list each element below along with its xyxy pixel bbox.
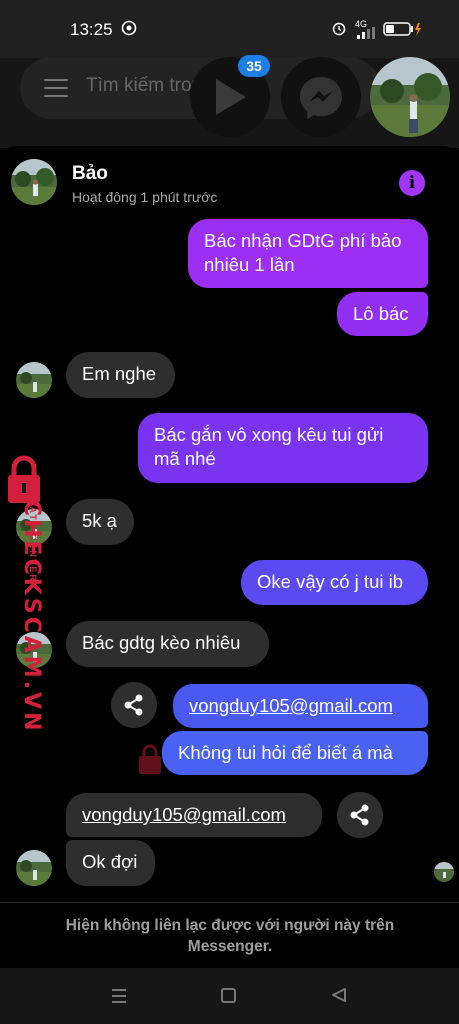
message-text: 5k ạ	[82, 510, 117, 531]
chat-head-avatar[interactable]	[370, 57, 450, 137]
message-text: Bác gắn vô xong kêu tui gửi	[154, 424, 384, 445]
divider	[0, 902, 459, 903]
messenger-icon	[300, 77, 342, 119]
info-icon[interactable]: i	[399, 170, 425, 196]
unread-count-badge: 35	[238, 55, 270, 77]
alarm-icon	[331, 20, 347, 39]
watermark-sub: DATA CENTER	[28, 498, 38, 583]
messenger-notification-icon	[121, 20, 137, 39]
contact-active-status: Hoạt động 1 phút trước	[72, 189, 218, 205]
message-text: Ok đợi	[82, 851, 138, 872]
message-incoming[interactable]: Em nghe	[66, 352, 175, 398]
message-text: Oke vậy có j tui ib	[257, 571, 404, 592]
chat-head-messenger[interactable]	[281, 57, 361, 137]
message-text: mã nhé	[154, 448, 216, 469]
watermark-lock-icon-faint	[137, 744, 163, 781]
message-incoming[interactable]: Bác gdtg kèo nhiêu	[66, 621, 269, 667]
message-text: Lô bác	[353, 303, 409, 324]
message-outgoing[interactable]: Bác gắn vô xong kêu tui gửi mã nhé	[138, 413, 428, 483]
message-text: Không tui hỏi để biết á mà	[178, 742, 393, 763]
message-outgoing[interactable]: Bác nhận GDtG phí bảo nhiêu 1 lần	[188, 219, 428, 288]
hamburger-menu-icon[interactable]	[44, 79, 68, 97]
message-outgoing[interactable]: Oke vậy có j tui ib	[241, 560, 428, 605]
contact-name[interactable]: Bảo	[72, 163, 108, 185]
message-text: Bác nhận GDtG phí bảo	[204, 230, 402, 251]
contact-avatar-small	[16, 850, 52, 886]
home-icon[interactable]	[221, 988, 236, 1003]
email-link: vongduy105@gmail.com	[82, 804, 286, 825]
share-icon	[350, 804, 369, 826]
share-icon	[124, 694, 143, 716]
message-incoming-link[interactable]: vongduy105@gmail.com	[66, 793, 322, 837]
signal-icon	[356, 26, 376, 42]
seen-indicator-avatar	[434, 862, 454, 882]
message-outgoing-link[interactable]: vongduy105@gmail.com	[173, 684, 428, 728]
message-outgoing[interactable]: Lô bác	[337, 292, 428, 336]
message-outgoing[interactable]: Không tui hỏi để biết á mà	[162, 731, 428, 775]
email-link: vongduy105@gmail.com	[189, 695, 393, 716]
battery-icon	[383, 22, 423, 39]
back-icon[interactable]	[330, 986, 348, 1009]
message-text: nhiêu 1 lần	[204, 254, 295, 275]
message-text: Bác gdtg kèo nhiêu	[82, 632, 241, 653]
message-incoming[interactable]: Ok đợi	[66, 840, 155, 886]
contact-avatar-small	[16, 362, 52, 398]
unavailable-notice: Hiện không liên lạc được với người này t…	[65, 917, 395, 955]
share-button[interactable]	[111, 682, 157, 728]
contact-avatar[interactable]	[11, 159, 57, 205]
message-incoming[interactable]: 5k ạ	[66, 499, 134, 545]
message-text: Em nghe	[82, 363, 157, 384]
status-time: 13:25	[70, 20, 113, 39]
share-button[interactable]	[337, 792, 383, 838]
recent-apps-icon[interactable]	[112, 989, 126, 1007]
